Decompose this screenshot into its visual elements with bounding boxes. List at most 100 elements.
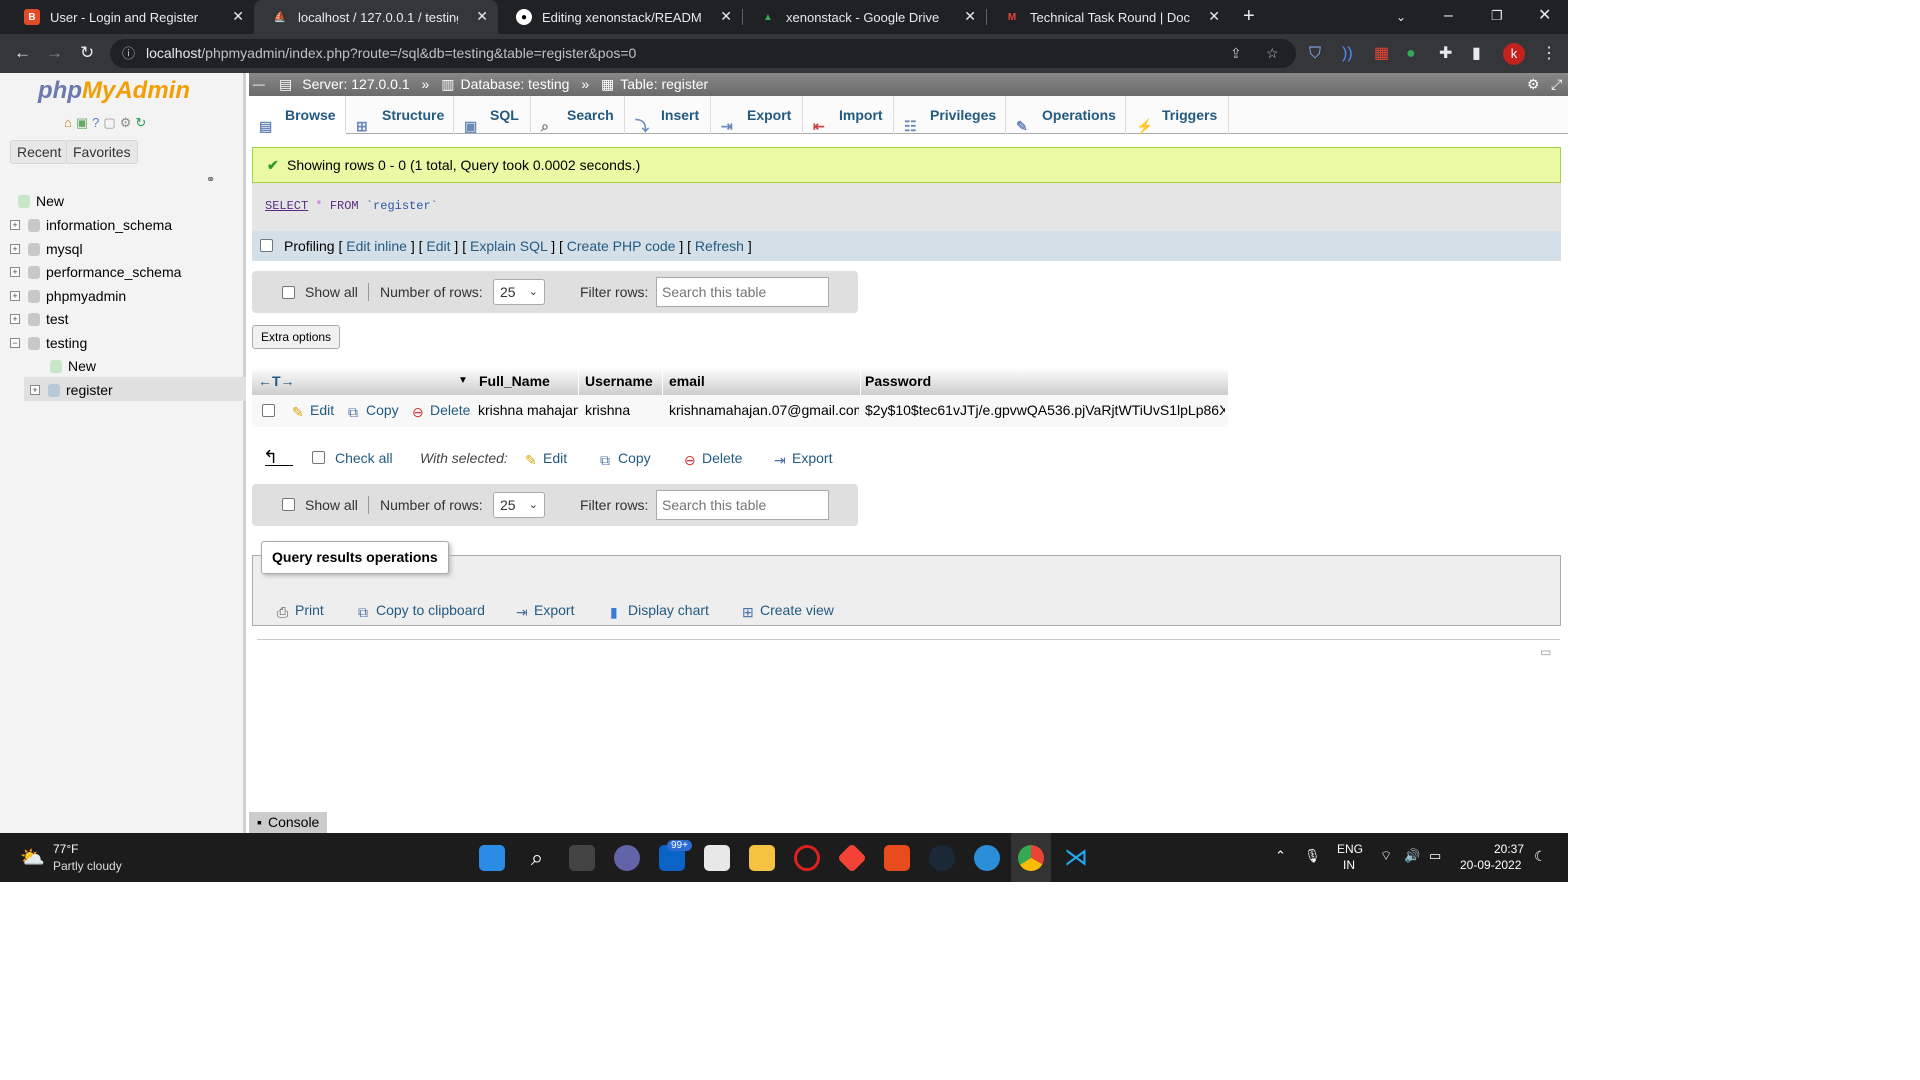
weather-desc[interactable]: Partly cloudy bbox=[53, 859, 122, 873]
explain-sql-link[interactable]: Explain SQL bbox=[470, 238, 547, 254]
help-icon[interactable]: ? bbox=[92, 115, 99, 131]
page-settings-icon[interactable]: ▭ bbox=[1540, 645, 1551, 659]
check-all-label[interactable]: Check all bbox=[335, 450, 393, 466]
extensions-puzzle-icon[interactable]: ✚ bbox=[1439, 46, 1452, 62]
close-tab-icon[interactable]: ✕ bbox=[720, 8, 732, 25]
bulk-export-button[interactable]: ⇥ Export bbox=[774, 450, 832, 468]
settings-gear-icon[interactable]: ⚙ bbox=[120, 115, 132, 131]
file-explorer-icon[interactable] bbox=[749, 845, 775, 871]
clock-date[interactable]: 20-09-2022 bbox=[1460, 858, 1521, 872]
edit-link[interactable]: Edit bbox=[426, 238, 450, 254]
wifi-icon[interactable]: ⌔ bbox=[1380, 848, 1392, 864]
reload-nav-icon[interactable]: ↻ bbox=[135, 115, 146, 131]
side-panel-icon[interactable]: ▮ bbox=[1472, 46, 1481, 62]
expand-icon[interactable]: + bbox=[10, 291, 20, 301]
tab-browse[interactable]: ▤ Browse bbox=[249, 96, 346, 134]
column-header-password[interactable]: Password bbox=[865, 367, 931, 395]
vscode-icon[interactable]: ⋊ bbox=[1063, 845, 1089, 871]
cell-full-name[interactable]: krishna mahajan bbox=[478, 395, 578, 425]
tab-insert[interactable]: ⤵ Insert bbox=[625, 96, 711, 134]
bookmark-star-icon[interactable]: ☆ bbox=[1266, 39, 1279, 68]
expand-icon[interactable]: + bbox=[10, 244, 20, 254]
column-header-username[interactable]: Username bbox=[585, 367, 653, 395]
display-chart-button[interactable]: ▮ Display chart bbox=[610, 602, 709, 620]
settings-gear-icon[interactable]: ⚙ bbox=[1527, 73, 1540, 96]
share-icon[interactable]: ⇪ bbox=[1230, 39, 1242, 68]
cell-username[interactable]: krishna bbox=[585, 395, 662, 425]
store-icon[interactable] bbox=[704, 845, 730, 871]
column-resize-arrows-icon[interactable]: ←T→ bbox=[258, 367, 295, 395]
language-indicator[interactable]: ENG bbox=[1337, 842, 1363, 856]
battery-icon[interactable]: ▭ bbox=[1429, 848, 1441, 864]
close-tab-icon[interactable]: ✕ bbox=[964, 8, 976, 25]
docs-icon[interactable]: ▢ bbox=[103, 115, 115, 131]
windows-start-icon[interactable] bbox=[479, 845, 505, 871]
tree-new-table[interactable]: New bbox=[50, 356, 96, 376]
show-all-checkbox[interactable] bbox=[282, 286, 295, 299]
expand-icon[interactable]: + bbox=[10, 220, 20, 230]
tab-sql[interactable]: ▣ SQL bbox=[454, 96, 531, 134]
microphone-icon[interactable]: 🎙 bbox=[1304, 848, 1321, 864]
moon-focus-icon[interactable]: ☾ bbox=[1534, 848, 1547, 865]
breadcrumb-database[interactable]: Database: testing bbox=[460, 76, 569, 92]
show-all-checkbox[interactable] bbox=[282, 498, 295, 511]
audio-extension-icon[interactable]: )) bbox=[1342, 46, 1353, 62]
row-delete-button[interactable]: ⊖ Delete bbox=[412, 395, 470, 425]
sql-keyword-select[interactable]: SELECT bbox=[265, 199, 308, 213]
back-icon[interactable]: ← bbox=[14, 44, 31, 61]
tab-search[interactable]: ⌕ Search bbox=[531, 96, 625, 134]
check-all-checkbox[interactable] bbox=[312, 451, 325, 464]
tab-search-icon[interactable]: ⌄ bbox=[1396, 9, 1406, 25]
edit-inline-link[interactable]: Edit inline bbox=[346, 238, 407, 254]
filter-rows-input[interactable]: Search this table bbox=[656, 490, 829, 520]
favorites-button[interactable]: Favorites bbox=[66, 140, 138, 164]
office-icon[interactable] bbox=[884, 845, 910, 871]
tree-db-phpmyadmin[interactable]: + phpmyadmin bbox=[10, 286, 126, 306]
recorder-extension-icon[interactable]: ▦ bbox=[1374, 46, 1389, 62]
tree-new-database[interactable]: New bbox=[18, 191, 64, 211]
restore-icon[interactable]: ❐ bbox=[1491, 8, 1503, 24]
search-icon[interactable]: ⌕ bbox=[524, 845, 550, 871]
filter-rows-input[interactable]: Search this table bbox=[656, 277, 829, 307]
row-copy-button[interactable]: ⧉ Copy bbox=[348, 395, 399, 425]
breadcrumb-server[interactable]: Server: 127.0.0.1 bbox=[302, 76, 409, 92]
steam-icon[interactable] bbox=[929, 845, 955, 871]
recent-button[interactable]: Recent bbox=[10, 140, 69, 164]
reload-icon[interactable]: ↻ bbox=[80, 44, 94, 61]
task-view-icon[interactable] bbox=[569, 845, 595, 871]
bulk-copy-button[interactable]: ⧉ Copy bbox=[600, 450, 651, 468]
tab-triggers[interactable]: ⚡ Triggers bbox=[1126, 96, 1229, 134]
export-results-button[interactable]: ⇥ Export bbox=[516, 602, 574, 620]
volume-icon[interactable]: 🔊 bbox=[1404, 848, 1420, 864]
create-view-button[interactable]: ⊞ Create view bbox=[742, 602, 834, 620]
row-edit-button[interactable]: ✎ Edit bbox=[292, 395, 334, 425]
tree-db-test[interactable]: + test bbox=[10, 309, 69, 329]
expand-icon[interactable]: + bbox=[30, 385, 40, 395]
close-tab-icon[interactable]: ✕ bbox=[1208, 8, 1220, 25]
profiling-checkbox[interactable] bbox=[260, 239, 273, 252]
expand-icon[interactable]: + bbox=[10, 267, 20, 277]
tab-operations[interactable]: ✎ Operations bbox=[1006, 96, 1126, 134]
rows-select[interactable]: 25 ⌄ bbox=[493, 279, 545, 305]
close-tab-icon[interactable]: ✕ bbox=[476, 8, 488, 25]
tree-db-mysql[interactable]: + mysql bbox=[10, 239, 83, 259]
browser-tab-active[interactable]: ⛵ localhost / 127.0.0.1 / testing / re ✕ bbox=[254, 0, 498, 34]
new-tab-icon[interactable]: + bbox=[1243, 6, 1255, 26]
refresh-link[interactable]: Refresh bbox=[695, 238, 744, 254]
extra-options-button[interactable]: Extra options bbox=[252, 325, 341, 349]
language-region[interactable]: IN bbox=[1343, 858, 1355, 872]
grammar-extension-icon[interactable]: ● bbox=[1406, 46, 1416, 62]
collapse-icon[interactable]: − bbox=[10, 338, 20, 348]
chat-icon[interactable] bbox=[614, 845, 640, 871]
shield-extension-icon[interactable]: ⛉ bbox=[1309, 46, 1321, 62]
weather-cloud-icon[interactable]: ⛅ bbox=[20, 845, 45, 870]
cell-password[interactable]: $2y$10$tec61vJTj/e.gpvwQA536.pjVaRjtWTiU… bbox=[865, 395, 1225, 425]
link-collapse-icon[interactable]: ⚭ bbox=[206, 173, 215, 186]
breadcrumb-table[interactable]: Table: register bbox=[620, 76, 708, 92]
column-header-full-name[interactable]: Full_Name bbox=[479, 367, 550, 395]
logout-icon[interactable]: ▣ bbox=[76, 115, 88, 131]
browser-tab[interactable]: ▲ xenonstack - Google Drive ✕ bbox=[742, 0, 986, 34]
site-info-icon[interactable]: ⓘ bbox=[122, 39, 135, 68]
row-checkbox[interactable] bbox=[262, 404, 275, 417]
bulk-delete-button[interactable]: ⊖ Delete bbox=[684, 450, 742, 468]
